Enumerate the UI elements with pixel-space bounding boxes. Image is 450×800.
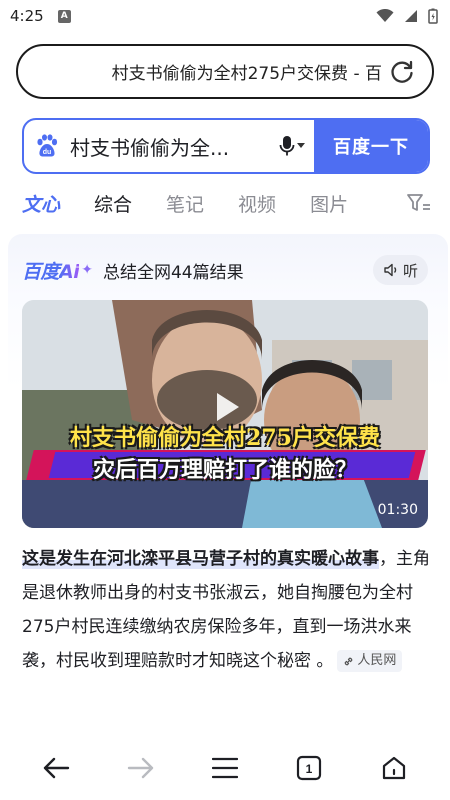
svg-text:1: 1 <box>306 762 313 776</box>
play-icon <box>217 393 239 421</box>
reload-button[interactable] <box>386 56 418 88</box>
home-icon <box>382 756 405 780</box>
source-label: 人民网 <box>357 653 397 668</box>
tabs-icon: 1 <box>297 755 322 781</box>
signal-icon <box>405 10 417 22</box>
source-link[interactable]: 人民网 <box>337 650 403 672</box>
filter-button[interactable] <box>406 192 432 214</box>
ai-card-header: 百度Ai ✦ 总结全网44篇结果 听 <box>22 254 428 286</box>
search-box[interactable]: du 村支书偷偷为全... 百度一下 <box>22 118 430 174</box>
voice-search-button[interactable] <box>270 120 314 172</box>
notification-icon: A <box>57 9 71 23</box>
home-button[interactable] <box>369 743 419 793</box>
listen-label: 听 <box>402 261 418 280</box>
status-bar: 4:25 A <box>0 0 450 32</box>
video-thumbnail[interactable]: 村支书偷偷为全村275户交保费 灾后百万理赔打了谁的脸？ 01:30 <box>22 300 428 528</box>
tab-images[interactable]: 图片 <box>310 190 348 217</box>
bottom-nav: 1 <box>0 736 450 800</box>
tab-video[interactable]: 视频 <box>238 190 276 217</box>
speaker-icon <box>384 263 397 277</box>
reload-icon <box>391 60 413 83</box>
ai-summary-card: 百度Ai ✦ 总结全网44篇结果 听 村支书偷偷为全村275户交保费 灾后百万理… <box>8 234 448 754</box>
arrow-left-icon <box>43 757 70 779</box>
link-icon <box>345 657 353 665</box>
search-button[interactable]: 百度一下 <box>314 120 428 172</box>
play-button[interactable] <box>202 384 248 430</box>
wifi-icon <box>376 9 394 22</box>
sparkle-icon: ✦ <box>81 262 93 278</box>
tab-wenxin[interactable]: 文心 <box>22 190 60 217</box>
search-input[interactable]: 村支书偷偷为全... <box>70 120 270 172</box>
tabs-button[interactable]: 1 <box>284 743 334 793</box>
tab-comprehensive[interactable]: 综合 <box>94 190 132 217</box>
battery-icon <box>428 8 438 24</box>
baidu-paw-icon[interactable]: du <box>24 120 70 172</box>
answer-highlight: 这是发生在河北滦平县马营子村的真实暖心故事 <box>22 549 379 569</box>
baidu-ai-logo: 百度Ai <box>22 260 80 283</box>
video-duration: 01:30 <box>377 502 418 518</box>
address-bar[interactable]: 村支书偷偷为全村275户交保费 - 百 <box>16 44 434 99</box>
video-caption-line2: 灾后百万理赔打了谁的脸？ <box>92 457 357 483</box>
arrow-right-icon <box>127 757 153 779</box>
filter-icon <box>407 194 430 211</box>
ai-answer-text: 这是发生在河北滦平县马营子村的真实暖心故事，主角是退休教师出身的村支书张淑云，她… <box>22 542 432 678</box>
chevron-down-icon <box>297 143 305 148</box>
forward-button[interactable] <box>116 743 166 793</box>
url-text[interactable]: 村支书偷偷为全村275户交保费 - 百 <box>38 59 386 84</box>
search-tabs: 文心 综合 笔记 视频 图片 <box>22 186 432 220</box>
menu-button[interactable] <box>200 743 250 793</box>
back-button[interactable] <box>31 743 81 793</box>
status-time: 4:25 <box>10 7 44 25</box>
tab-notes[interactable]: 笔记 <box>166 190 204 217</box>
ai-summary-count: 总结全网44篇结果 <box>102 262 244 283</box>
microphone-icon <box>279 136 295 156</box>
listen-button[interactable]: 听 <box>372 255 428 285</box>
menu-icon <box>211 757 238 779</box>
status-icons <box>376 8 438 24</box>
svg-text:du: du <box>43 149 52 156</box>
